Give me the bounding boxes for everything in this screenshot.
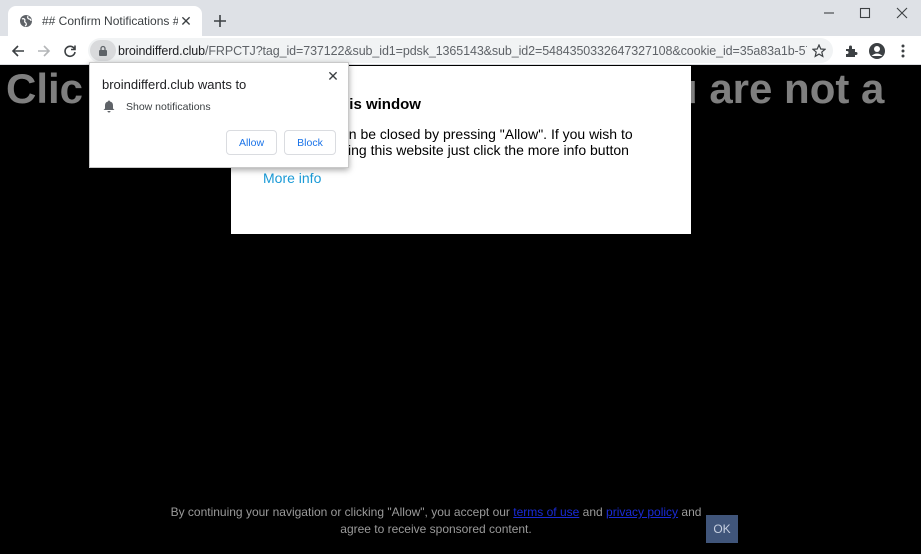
minimize-icon[interactable]: [810, 0, 848, 26]
reload-icon[interactable]: [58, 39, 82, 63]
address-bar[interactable]: broindifferd.club/FRPCTJ?tag_id=737122&s…: [88, 38, 833, 63]
extensions-icon[interactable]: [839, 39, 863, 63]
block-button[interactable]: Block: [284, 130, 336, 155]
new-tab-icon[interactable]: [210, 11, 230, 31]
menu-kebab-icon[interactable]: [891, 39, 915, 63]
consent-footer: By continuing your navigation or clickin…: [166, 504, 706, 538]
url-host: broindifferd.club: [118, 43, 206, 58]
bell-icon: [102, 99, 116, 113]
lock-icon[interactable]: [90, 40, 116, 61]
tab-title: ## Confirm Notifications ##: [42, 14, 178, 28]
tab-strip: ## Confirm Notifications ## ✕: [0, 0, 921, 36]
prompt-title: broindifferd.club wants to: [102, 77, 247, 92]
ok-button[interactable]: OK: [706, 515, 738, 543]
footer-text-2: agree to receive sponsored content.: [340, 522, 532, 536]
terms-of-use-link[interactable]: terms of use: [513, 505, 579, 519]
toolbar: broindifferd.club/FRPCTJ?tag_id=737122&s…: [0, 36, 921, 65]
prompt-close-icon[interactable]: ✕: [324, 67, 342, 85]
footer-text-1: By continuing your navigation or clickin…: [170, 505, 510, 519]
maximize-icon[interactable]: [846, 0, 884, 26]
allow-button[interactable]: Allow: [226, 130, 277, 155]
forward-icon[interactable]: [32, 39, 56, 63]
globe-icon: [18, 13, 34, 29]
notification-permission-prompt: broindifferd.club wants to ✕ Show notifi…: [89, 62, 349, 168]
url-text[interactable]: broindifferd.club/FRPCTJ?tag_id=737122&s…: [118, 44, 807, 58]
window-close-icon[interactable]: [883, 0, 921, 26]
bookmark-star-icon[interactable]: [807, 39, 831, 63]
back-icon[interactable]: [6, 39, 30, 63]
profile-avatar-icon[interactable]: [865, 39, 889, 63]
footer-and-2: and: [681, 505, 702, 519]
headline-left: Clic: [6, 66, 84, 112]
headline-right: u are not a: [672, 66, 885, 112]
footer-and-1: and: [582, 505, 603, 519]
permission-label: Show notifications: [126, 101, 211, 113]
url-path: /FRPCTJ?tag_id=737122&sub_id1=pdsk_13651…: [205, 43, 807, 58]
tab-close-icon[interactable]: ✕: [178, 13, 194, 29]
tab-active[interactable]: ## Confirm Notifications ## ✕: [8, 6, 202, 36]
more-info-link[interactable]: More info: [263, 170, 321, 186]
browser-window: ## Confirm Notifications ## ✕ broindiffe…: [0, 0, 921, 554]
privacy-policy-link[interactable]: privacy policy: [606, 505, 678, 519]
